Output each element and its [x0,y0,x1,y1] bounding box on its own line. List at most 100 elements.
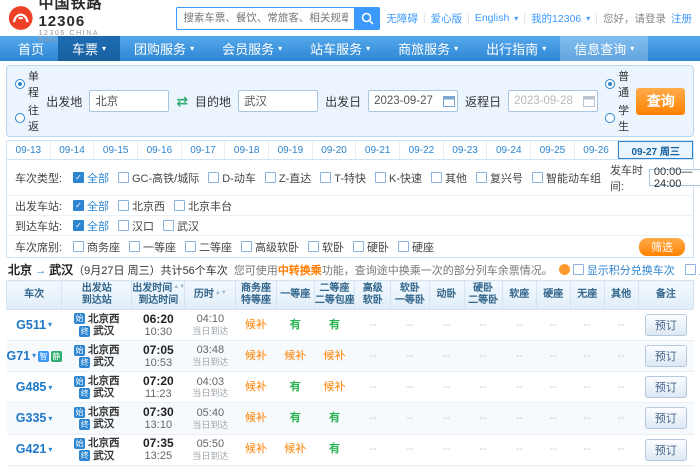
filter-option[interactable]: 智能动车组 [532,170,601,186]
train-book-button[interactable]: 预订 [645,376,687,398]
nav-item-7[interactable]: 信息查询▾ [560,36,648,61]
filter-option[interactable]: 硬座 [398,239,434,255]
train-book-button[interactable]: 预订 [645,439,687,461]
filter-option-all[interactable]: ✓全部 [73,198,109,214]
filter-option[interactable]: 二等座 [185,239,232,255]
train-code[interactable]: G511▾ [7,318,62,333]
date-tab-selected[interactable]: 09-27 周三 [618,141,693,159]
top-link-0[interactable]: 无障碍 [386,11,418,26]
date-tab[interactable]: 09-13 [7,141,51,159]
column-header-3[interactable]: 历时▲▼ [185,281,236,310]
filter-option[interactable]: 一等座 [129,239,176,255]
filter-option[interactable]: 北京西 [118,198,165,214]
checkbox-icon [241,241,252,252]
search-button[interactable] [354,7,380,30]
seat-availability[interactable]: 候补 [284,443,306,455]
date-tab[interactable]: 09-20 [313,141,357,159]
search-input[interactable] [176,7,354,30]
filter-option[interactable]: 武汉 [163,218,199,234]
to-city-input[interactable] [238,90,318,112]
nav-item-4[interactable]: 站车服务▾ [296,36,384,61]
column-header-line: 软卧 [391,283,428,296]
top-link-1[interactable]: 爱心版 [431,11,463,26]
filter-option[interactable]: Z-直达 [265,170,311,186]
trip-type-oneway[interactable]: 单程 [15,68,39,100]
from-city-input[interactable] [89,90,169,112]
route-from: 北京 [8,263,32,277]
swap-cities-icon[interactable]: ⇄ [176,93,188,110]
date-tab[interactable]: 09-16 [138,141,182,159]
filter-option[interactable]: 商务座 [73,239,120,255]
seat-availability[interactable]: 候补 [324,350,346,362]
seat-availability[interactable]: 候补 [245,443,267,455]
summary-checkbox-1[interactable]: 显示全部可预订车次 [685,262,700,278]
register-link[interactable]: 注册 [671,11,692,26]
trip-type-round[interactable]: 往返 [15,102,39,134]
date-tab[interactable]: 09-17 [182,141,226,159]
chevron-down-icon[interactable]: ▾ [48,320,52,329]
sort-icon[interactable]: ▲▼ [215,290,227,296]
train-code[interactable]: G71▾智静 [7,349,62,364]
chevron-down-icon[interactable]: ▾ [32,351,36,360]
filter-option[interactable]: 硬卧 [353,239,389,255]
nav-item-6[interactable]: 出行指南▾ [472,36,560,61]
date-tab[interactable]: 09-21 [356,141,400,159]
notice-suffix: 功能，查询途中换乘一次的部分列车余票情况。 [322,265,553,277]
filter-option-all[interactable]: ✓全部 [73,218,109,234]
train-code[interactable]: G421▾ [7,442,62,457]
seat-availability[interactable]: 候补 [245,412,267,424]
seat-availability[interactable]: 候补 [284,350,306,362]
transfer-link[interactable]: 中转换乘 [278,265,322,277]
passenger-type-normal[interactable]: 普通 [605,68,629,100]
greeting-text[interactable]: 您好，请登录 [603,11,666,26]
filter-apply-button[interactable]: 筛选 [639,238,685,256]
nav-item-5[interactable]: 商旅服务▾ [384,36,472,61]
nav-item-2[interactable]: 团购服务▾ [120,36,208,61]
filter-option[interactable]: 北京丰台 [174,198,232,214]
filter-option-label: 全部 [87,218,109,234]
seat-availability[interactable]: 候补 [324,381,346,393]
sort-icon[interactable]: ▲▼ [173,284,185,290]
date-tab[interactable]: 09-14 [51,141,95,159]
date-tab[interactable]: 09-15 [94,141,138,159]
train-book-button[interactable]: 预订 [645,345,687,367]
chevron-down-icon[interactable]: ▾ [48,445,52,454]
summary-checkbox-0[interactable]: 显示积分兑换车次 [559,262,675,278]
filter-option[interactable]: GC-高铁/城际 [118,170,199,186]
filter-option[interactable]: 汉口 [118,218,154,234]
passenger-type-student[interactable]: 学生 [605,102,629,134]
nav-item-3[interactable]: 会员服务▾ [208,36,296,61]
date-tab[interactable]: 09-25 [531,141,575,159]
date-tab[interactable]: 09-23 [444,141,488,159]
train-book-button[interactable]: 预订 [645,407,687,429]
chevron-down-icon[interactable]: ▾ [48,414,52,423]
train-book-button[interactable]: 预订 [645,314,687,336]
nav-item-1[interactable]: 车票▾ [58,36,120,61]
filter-option[interactable]: 高级软卧 [241,239,299,255]
depart-time-select[interactable]: 00:00—24:00▾ [649,169,700,186]
nav-item-0[interactable]: 首页 [4,36,58,61]
train-code[interactable]: G485▾ [7,380,62,395]
date-tab[interactable]: 09-24 [487,141,531,159]
filter-option[interactable]: T-特快 [320,170,366,186]
seat-availability[interactable]: 候补 [245,350,267,362]
column-header-2[interactable]: 出发时间▲▼到达时间 [132,281,185,310]
filter-option[interactable]: 复兴号 [476,170,523,186]
date-tab[interactable]: 09-18 [225,141,269,159]
filter-option[interactable]: 其他 [431,170,467,186]
top-link-3[interactable]: 我的12306 [531,11,581,26]
seat-availability: -- [443,412,450,424]
train-code[interactable]: G335▾ [7,411,62,426]
query-button[interactable]: 查询 [636,88,685,115]
filter-option[interactable]: 软卧 [308,239,344,255]
filter-option[interactable]: D-动车 [208,170,256,186]
date-tab[interactable]: 09-19 [269,141,313,159]
date-tab[interactable]: 09-22 [400,141,444,159]
date-tab[interactable]: 09-26 [575,141,619,159]
filter-option-all[interactable]: ✓全部 [73,170,109,186]
filter-option[interactable]: K-快速 [375,170,422,186]
seat-availability[interactable]: 候补 [245,319,267,331]
seat-availability[interactable]: 候补 [245,381,267,393]
chevron-down-icon[interactable]: ▾ [48,383,52,392]
top-link-2[interactable]: English [475,12,509,24]
